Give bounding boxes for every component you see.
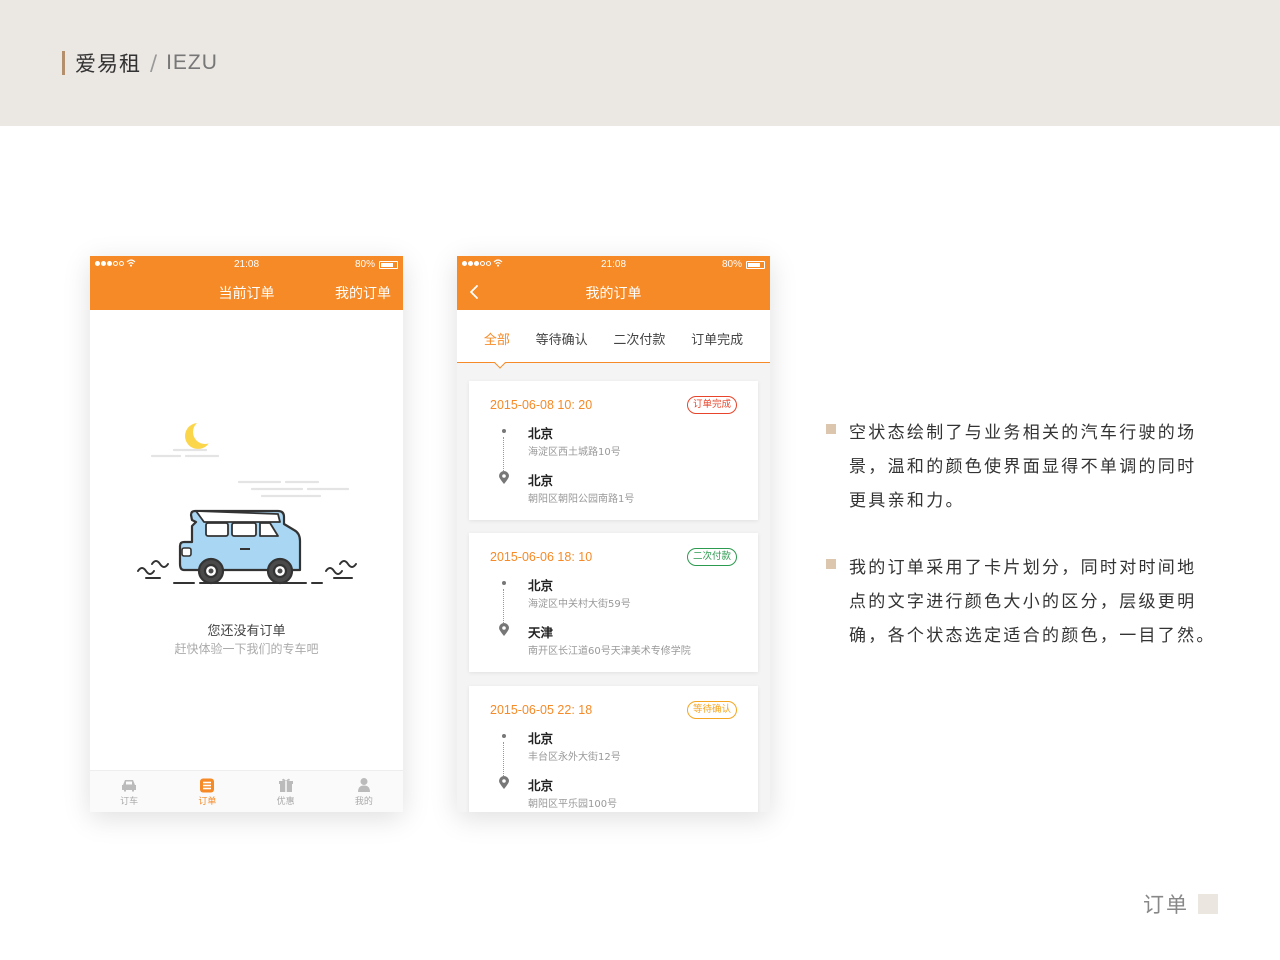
cloud-lines — [150, 448, 350, 498]
car-icon — [122, 780, 137, 792]
destination-city: 天津 — [528, 625, 554, 640]
description-item: 我的订单采用了卡片划分，同时对时间地 点的文字进行颜色大小的区分，层级更明 确，… — [826, 551, 1226, 653]
brand-accent-bar — [62, 51, 65, 75]
order-card[interactable]: 2015-06-08 10: 20 订单完成 北京 海淀区西土城路10号 北京 … — [469, 381, 758, 520]
origin-dot-icon — [502, 734, 506, 738]
brand: 爱易租 / IEZU — [62, 50, 218, 76]
description-line: 景，温和的颜色使界面显得不单调的同时 — [849, 457, 1197, 477]
origin-city: 北京 — [528, 578, 554, 593]
gift-icon — [278, 778, 293, 792]
empty-state-title: 您还没有订单 — [207, 624, 286, 639]
destination-city: 北京 — [528, 473, 554, 488]
destination-address: 南开区长江道60号天津美术专修学院 — [528, 646, 691, 657]
tab-book-car[interactable]: 订车 — [90, 771, 168, 812]
order-filter-tabs: 全部 等待确认 二次付款 订单完成 — [457, 310, 770, 363]
page-title: 我的订单 — [585, 286, 642, 302]
filter-all[interactable]: 全部 — [484, 329, 510, 362]
origin-dot-icon — [502, 581, 506, 585]
status-bar: 21:08 80% — [457, 256, 770, 274]
tab-label: 订车 — [120, 797, 139, 807]
route-line — [503, 437, 504, 471]
location-pin-icon — [499, 471, 509, 484]
origin-address: 海淀区西土城路10号 — [528, 447, 621, 458]
tab-label: 我的 — [354, 797, 373, 807]
location-pin-icon — [499, 776, 509, 789]
moon-icon — [185, 420, 217, 449]
description-line: 确，各个状态选定适合的颜色，一目了然。 — [849, 626, 1216, 646]
user-icon — [357, 778, 370, 792]
filter-pending-confirm[interactable]: 等待确认 — [536, 329, 588, 362]
tab-orders[interactable]: 订单 — [168, 771, 246, 812]
filter-completed[interactable]: 订单完成 — [691, 329, 743, 362]
origin-city: 北京 — [528, 426, 554, 441]
brand-name-cn: 爱易租 — [75, 52, 141, 76]
empty-state-subtitle: 赶快体验一下我们的专车吧 — [174, 642, 319, 656]
brand-separator: / — [150, 51, 158, 75]
location-pin-icon — [499, 623, 509, 636]
order-time: 2015-06-06 18: 10 — [490, 550, 593, 564]
battery-percent: 80% — [721, 259, 742, 270]
status-bar: 21:08 80% — [90, 256, 403, 274]
brand-name-en: IEZU — [166, 51, 218, 74]
battery-icon — [746, 261, 765, 269]
route-line — [503, 589, 504, 623]
tab-label: 优惠 — [276, 797, 295, 807]
destination-city: 北京 — [528, 778, 554, 793]
origin-address: 丰台区永外大街12号 — [528, 752, 621, 763]
status-badge: 订单完成 — [686, 396, 737, 414]
car-driving-night-illustration — [137, 420, 357, 585]
phone-current-orders: 21:08 80% 当前订单 我的订单 您还没有订单 赶快体验一下我们的专车吧 … — [90, 256, 403, 812]
footer-square-icon — [1198, 894, 1218, 914]
filter-second-payment[interactable]: 二次付款 — [613, 329, 665, 362]
origin-city: 北京 — [528, 731, 554, 746]
phone-my-orders: 21:08 80% 我的订单 全部 等待确认 二次付款 订单完成 2015-06… — [457, 256, 770, 812]
description-line: 更具亲和力。 — [849, 491, 965, 511]
order-card[interactable]: 2015-06-05 22: 18 等待确认 北京 丰台区永外大街12号 北京 … — [469, 686, 758, 812]
bullet-square-icon — [826, 424, 836, 434]
origin-dot-icon — [502, 429, 506, 433]
destination-address: 朝阳区平乐园100号 — [528, 799, 618, 810]
order-time: 2015-06-05 22: 18 — [490, 703, 593, 717]
car-icon — [178, 509, 302, 585]
origin-address: 海淀区中关村大街59号 — [528, 599, 631, 610]
description-line: 空状态绘制了与业务相关的汽车行驶的场 — [849, 423, 1197, 443]
battery-icon — [379, 261, 398, 269]
description-line: 点的文字进行颜色大小的区分，层级更明 — [849, 592, 1197, 612]
tab-label: 订单 — [198, 797, 217, 807]
tab-offers[interactable]: 优惠 — [247, 771, 325, 812]
nav-bar: 当前订单 我的订单 — [90, 274, 403, 310]
battery-percent: 80% — [354, 259, 375, 270]
my-orders-link[interactable]: 我的订单 — [335, 283, 391, 303]
description-item: 空状态绘制了与业务相关的汽车行驶的场 景，温和的颜色使界面显得不单调的同时 更具… — [826, 416, 1226, 518]
section-footer: 订单 — [1143, 889, 1218, 919]
order-time: 2015-06-08 10: 20 — [490, 398, 593, 412]
destination-address: 朝阳区朝阳公园南路1号 — [528, 494, 635, 505]
bullet-square-icon — [826, 559, 836, 569]
tab-profile[interactable]: 我的 — [325, 771, 403, 812]
nav-bar: 我的订单 — [457, 274, 770, 310]
description-line: 我的订单采用了卡片划分，同时对时间地 — [849, 558, 1197, 578]
order-card[interactable]: 2015-06-06 18: 10 二次付款 北京 海淀区中关村大街59号 天津… — [469, 533, 758, 672]
section-label: 订单 — [1143, 893, 1189, 917]
status-badge: 二次付款 — [686, 548, 737, 566]
order-list-icon — [200, 778, 215, 793]
tab-bar: 订车 订单 优惠 我的 — [90, 770, 403, 812]
route-line — [503, 742, 504, 776]
status-badge: 等待确认 — [686, 701, 737, 719]
